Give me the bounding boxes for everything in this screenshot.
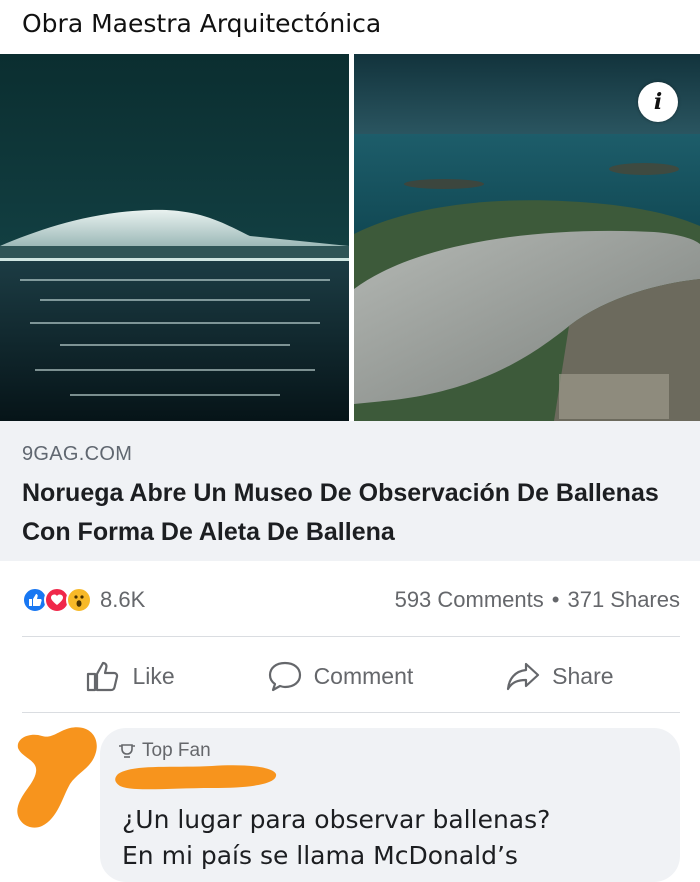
divider — [22, 712, 680, 713]
comment-section: Top Fan ¿Un lugar para observar ballenas… — [0, 714, 700, 882]
share-label: Share — [552, 662, 614, 689]
comment-label: Comment — [313, 662, 414, 689]
share-button[interactable]: Share — [506, 660, 614, 692]
share-arrow-icon — [507, 662, 540, 691]
post-card: i 9GAG.COM Noruega Abre Un Museo De Obse… — [0, 54, 700, 882]
commenter-name-redaction — [115, 765, 277, 790]
reaction-count: 8.6K — [100, 587, 146, 612]
divider — [22, 636, 680, 637]
engagement-counts: 593 Comments • 371 Shares — [395, 587, 680, 613]
comment-line: En mi país se llama McDonald’s — [122, 841, 518, 870]
comment-button[interactable]: Comment — [268, 660, 414, 692]
info-icon[interactable]: i — [638, 82, 678, 122]
comment-text: ¿Un lugar para observar ballenas? En mi … — [122, 802, 550, 874]
reactions-summary[interactable]: 8.6K — [22, 587, 145, 613]
shares-count[interactable]: 371 Shares — [567, 587, 680, 613]
post-stats: 8.6K 593 Comments • 371 Shares — [22, 582, 680, 618]
speech-bubble-icon — [268, 661, 301, 692]
like-button[interactable]: Like — [86, 660, 175, 692]
like-label: Like — [132, 662, 175, 689]
museum-night-image[interactable] — [0, 54, 349, 421]
separator-dot: • — [551, 587, 560, 612]
comment-bubble[interactable]: Top Fan ¿Un lugar para observar ballenas… — [100, 728, 680, 882]
comment-line: ¿Un lugar para observar ballenas? — [122, 805, 551, 834]
comments-count[interactable]: 593 Comments — [395, 587, 544, 613]
caption-text: Obra Maestra Arquitectónica — [22, 9, 382, 38]
action-bar: Like Comment Share — [0, 640, 700, 712]
thumbs-up-icon — [87, 661, 119, 692]
link-title[interactable]: Noruega Abre Un Museo De Observación De … — [22, 474, 662, 552]
link-preview[interactable]: 9GAG.COM Noruega Abre Un Museo De Observ… — [0, 421, 700, 561]
post-media[interactable]: i — [0, 54, 700, 421]
avatar[interactable] — [8, 722, 104, 832]
link-domain: 9GAG.COM — [22, 443, 133, 465]
wow-reaction-icon — [66, 587, 92, 613]
